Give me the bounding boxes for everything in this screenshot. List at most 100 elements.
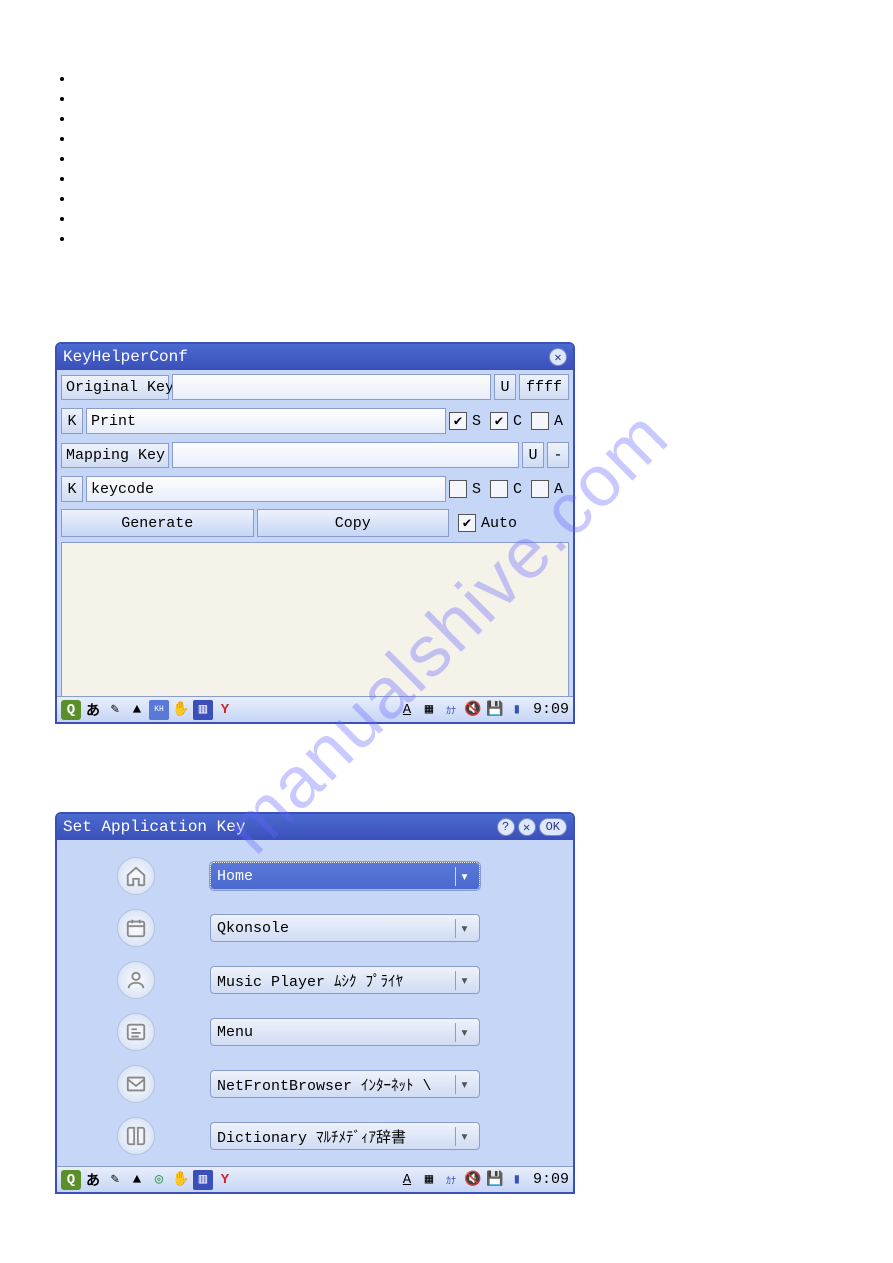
mapping-key-label: Mapping Key: [61, 443, 169, 468]
label-auto: Auto: [481, 515, 517, 532]
select-value: Home: [217, 868, 253, 885]
checkbox-auto[interactable]: ✔: [458, 514, 476, 532]
dash-box[interactable]: -: [547, 442, 569, 468]
mapping-key-input[interactable]: [172, 442, 519, 468]
u-box[interactable]: U: [494, 374, 516, 400]
row-buttons: Generate Copy ✔ Auto: [57, 506, 527, 540]
book-icon: [117, 1117, 155, 1155]
u-box-2[interactable]: U: [522, 442, 544, 468]
label-s: S: [472, 413, 481, 430]
input-mode-icon[interactable]: ｶﾅ: [441, 1170, 461, 1190]
pen-icon[interactable]: ✎: [105, 1170, 125, 1190]
appkey-body: Home ▾ Qkonsole ▾ Music Player ﾑｼｸ ﾌﾟﾗｲﾔ…: [57, 840, 573, 1162]
keyboard-icon[interactable]: ▦: [419, 700, 439, 720]
row-mapping-key: Mapping Key U -: [57, 438, 573, 472]
calendar-icon: [117, 909, 155, 947]
ime-icon[interactable]: あ: [83, 700, 103, 720]
checkbox-s-2[interactable]: [449, 480, 467, 498]
select-value: Qkonsole: [217, 920, 289, 937]
appkey-row-book: Dictionary ﾏﾙﾁﾒﾃﾞｨｱ辞書 ▾: [117, 1110, 553, 1162]
close-icon[interactable]: ✕: [549, 348, 567, 366]
ok-button[interactable]: OK: [539, 818, 567, 836]
chevron-down-icon: ▾: [455, 971, 473, 990]
app-green-icon[interactable]: ◎: [149, 1170, 169, 1190]
battery-icon[interactable]: ▮: [507, 700, 527, 720]
mail-icon: [117, 1065, 155, 1103]
appkey-row-menu: Menu ▾: [117, 1006, 553, 1058]
yedit-icon[interactable]: Y: [215, 1170, 235, 1190]
appkey-select-calendar[interactable]: Qkonsole ▾: [210, 914, 480, 942]
row-k2: K S C A: [57, 472, 573, 506]
appkey-select-home[interactable]: Home ▾: [210, 862, 480, 890]
row-original-key: Original Key U ffff: [57, 370, 573, 404]
qtopia-icon[interactable]: Q: [61, 700, 81, 720]
generate-button[interactable]: Generate: [61, 509, 254, 537]
k-box-1[interactable]: K: [61, 408, 83, 434]
titlebar[interactable]: Set Application Key ? ✕ OK: [57, 814, 573, 840]
keyboard-icon[interactable]: ▦: [419, 1170, 439, 1190]
appkey-select-mail[interactable]: NetFrontBrowser ｲﾝﾀｰﾈｯﾄ \ ▾: [210, 1070, 480, 1098]
card-icon[interactable]: 💾: [485, 700, 505, 720]
kh-conf-icon[interactable]: KH: [149, 700, 169, 720]
hand-icon[interactable]: ✋: [171, 1170, 191, 1190]
window-keyhelperconf: KeyHelperConf ✕ Original Key U ffff K ✔ S…: [55, 342, 575, 724]
user-icon: [117, 961, 155, 999]
chevron-down-icon: ▾: [455, 1127, 473, 1146]
appkey-row-home: Home ▾: [117, 850, 553, 902]
help-icon[interactable]: ?: [497, 818, 515, 836]
original-key-input[interactable]: [172, 374, 491, 400]
battery-icon[interactable]: ▮: [507, 1170, 527, 1190]
appkey-row-user: Music Player ﾑｼｸ ﾌﾟﾗｲﾔ ▾: [117, 954, 553, 1006]
output-textarea[interactable]: [61, 542, 569, 697]
taskbar-2: Q あ ✎ ▲ ◎ ✋ ▥ Y A ▦ ｶﾅ 🔇 💾 ▮ 9:09: [57, 1166, 573, 1192]
chevron-down-icon: ▾: [455, 867, 473, 886]
volume-icon[interactable]: 🔇: [463, 700, 483, 720]
appkey-select-user[interactable]: Music Player ﾑｼｸ ﾌﾟﾗｲﾔ ▾: [210, 966, 480, 994]
k-box-2[interactable]: K: [61, 476, 83, 502]
triangle-up-icon[interactable]: ▲: [127, 700, 147, 720]
volume-icon[interactable]: 🔇: [463, 1170, 483, 1190]
app-icon[interactable]: ▥: [193, 1170, 213, 1190]
checkbox-c-1[interactable]: ✔: [490, 412, 508, 430]
input-mode-icon[interactable]: ｶﾅ: [441, 700, 461, 720]
taskbar-1: Q あ ✎ ▲ KH ✋ ▥ Y A ▦ ｶﾅ 🔇 💾 ▮ 9:09: [57, 696, 573, 722]
qtopia-icon[interactable]: Q: [61, 1170, 81, 1190]
k2-input[interactable]: [86, 476, 446, 502]
clock[interactable]: 9:09: [533, 1171, 569, 1188]
select-value: NetFrontBrowser ｲﾝﾀｰﾈｯﾄ \: [217, 1074, 432, 1095]
yedit-icon[interactable]: Y: [215, 700, 235, 720]
k1-input[interactable]: [86, 408, 446, 434]
pen-icon[interactable]: ✎: [105, 700, 125, 720]
checkbox-c-2[interactable]: [490, 480, 508, 498]
menu-icon: [117, 1013, 155, 1051]
chevron-down-icon: ▾: [455, 919, 473, 938]
checkbox-s-1[interactable]: ✔: [449, 412, 467, 430]
checkbox-a-2[interactable]: [531, 480, 549, 498]
copy-button[interactable]: Copy: [257, 509, 450, 537]
window-title: KeyHelperConf: [63, 348, 188, 366]
select-value: Dictionary ﾏﾙﾁﾒﾃﾞｨｱ辞書: [217, 1126, 406, 1147]
card-icon[interactable]: 💾: [485, 1170, 505, 1190]
triangle-up-icon[interactable]: ▲: [127, 1170, 147, 1190]
label-c: C: [513, 481, 522, 498]
appkey-select-book[interactable]: Dictionary ﾏﾙﾁﾒﾃﾞｨｱ辞書 ▾: [210, 1122, 480, 1150]
select-value: Music Player ﾑｼｸ ﾌﾟﾗｲﾔ: [217, 970, 403, 991]
chevron-down-icon: ▾: [455, 1075, 473, 1094]
titlebar[interactable]: KeyHelperConf ✕: [57, 344, 573, 370]
original-key-label: Original Key: [61, 375, 169, 400]
label-s: S: [472, 481, 481, 498]
appkey-row-mail: NetFrontBrowser ｲﾝﾀｰﾈｯﾄ \ ▾: [117, 1058, 553, 1110]
app-icon[interactable]: ▥: [193, 700, 213, 720]
label-a: A: [554, 481, 563, 498]
clock[interactable]: 9:09: [533, 701, 569, 718]
hand-icon[interactable]: ✋: [171, 700, 191, 720]
close-icon[interactable]: ✕: [518, 818, 536, 836]
ime-icon[interactable]: あ: [83, 1170, 103, 1190]
appkey-select-menu[interactable]: Menu ▾: [210, 1018, 480, 1046]
ffff-box[interactable]: ffff: [519, 374, 569, 400]
chevron-down-icon: ▾: [455, 1023, 473, 1042]
font-icon[interactable]: A: [397, 700, 417, 720]
label-c: C: [513, 413, 522, 430]
font-icon[interactable]: A: [397, 1170, 417, 1190]
checkbox-a-1[interactable]: [531, 412, 549, 430]
